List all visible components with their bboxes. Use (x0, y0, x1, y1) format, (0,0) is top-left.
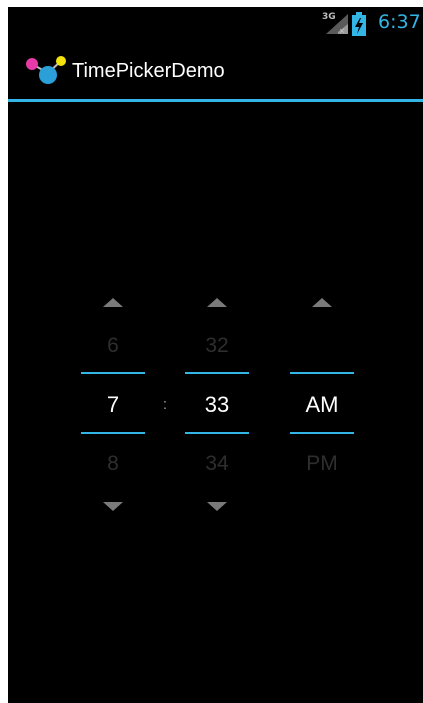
minute-selection-line-bottom (185, 432, 249, 434)
minute-increment-arrow-icon[interactable] (207, 298, 227, 307)
ampm-increment-arrow-icon[interactable] (312, 298, 332, 307)
hour-decrement-arrow-icon[interactable] (103, 502, 123, 511)
battery-charging-icon (352, 12, 366, 36)
hour-increment-arrow-icon[interactable] (103, 298, 123, 307)
time-separator: : (162, 396, 168, 413)
app-title: TimePickerDemo (72, 60, 225, 82)
hour-current-value[interactable]: 7 (81, 392, 145, 418)
ampm-selection-line-bottom (290, 432, 354, 434)
status-clock: 6:37 (378, 11, 421, 33)
hour-picker[interactable]: 6 7 8 (81, 292, 145, 512)
minute-decrement-arrow-icon[interactable] (207, 502, 227, 511)
hour-selection-line-bottom (81, 432, 145, 434)
action-bar: TimePickerDemo (8, 41, 423, 99)
minute-current-value[interactable]: 33 (185, 392, 249, 418)
hour-next-value[interactable]: 8 (81, 452, 145, 476)
hour-prev-value[interactable]: 6 (81, 334, 145, 358)
ampm-selection-line-top (290, 372, 354, 374)
svg-text:×: × (339, 27, 345, 34)
hour-selection-line-top (81, 372, 145, 374)
minute-selection-line-top (185, 372, 249, 374)
minute-prev-value[interactable]: 32 (185, 334, 249, 358)
signal-strength-icon: × (326, 14, 348, 34)
signal-indicator: 3G × (322, 12, 348, 36)
minute-next-value[interactable]: 34 (185, 452, 249, 476)
ampm-next-value[interactable]: PM (290, 452, 354, 476)
action-bar-divider (8, 99, 423, 102)
ampm-current-value[interactable]: AM (290, 392, 354, 418)
app-molecule-icon (26, 56, 66, 84)
ampm-picker[interactable]: AM PM (290, 292, 354, 512)
status-bar: 3G × 6:37 (8, 7, 423, 41)
minute-picker[interactable]: 32 33 34 (185, 292, 249, 512)
device-screen: 3G × 6:37 TimePickerDemo 6 7 8: 32 33 3… (8, 7, 423, 703)
